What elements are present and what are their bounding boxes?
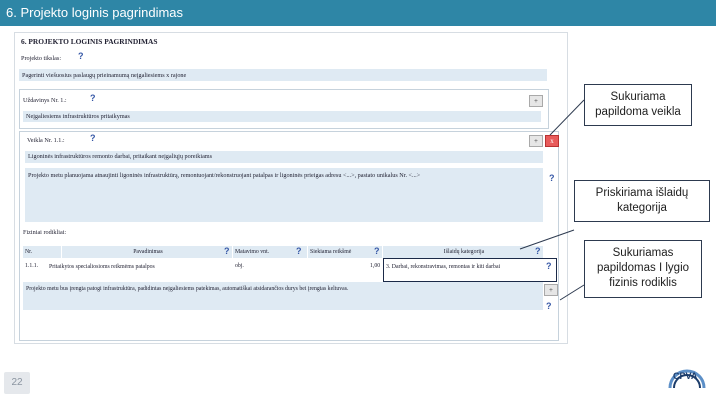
callout-create-indicator-line-3: fizinis rodiklis <box>609 277 677 289</box>
connector-activity <box>549 99 585 136</box>
callout-create-activity-line-1: Sukuriama <box>610 91 666 103</box>
callout-cost-category: Priskiriama išlaidų kategorija <box>574 180 710 222</box>
callout-create-indicator-line-2: papildomas I lygio <box>596 262 690 274</box>
callout-cost-category-line-2: kategorija <box>617 202 667 214</box>
connector-indicator <box>559 284 585 301</box>
page-number: 22 <box>4 372 30 394</box>
connector-category <box>519 229 575 250</box>
callout-create-activity: Sukuriama papildoma veikla <box>584 84 692 126</box>
callout-cost-category-line-1: Priskiriama išlaidų <box>595 187 689 199</box>
callout-create-activity-line-2: papildoma veikla <box>595 106 681 118</box>
logo-text: CPVA <box>673 371 698 381</box>
callout-create-indicator: Sukuriamas papildomas I lygio fizinis ro… <box>584 240 702 298</box>
callout-create-indicator-line-1: Sukuriamas <box>612 247 674 259</box>
